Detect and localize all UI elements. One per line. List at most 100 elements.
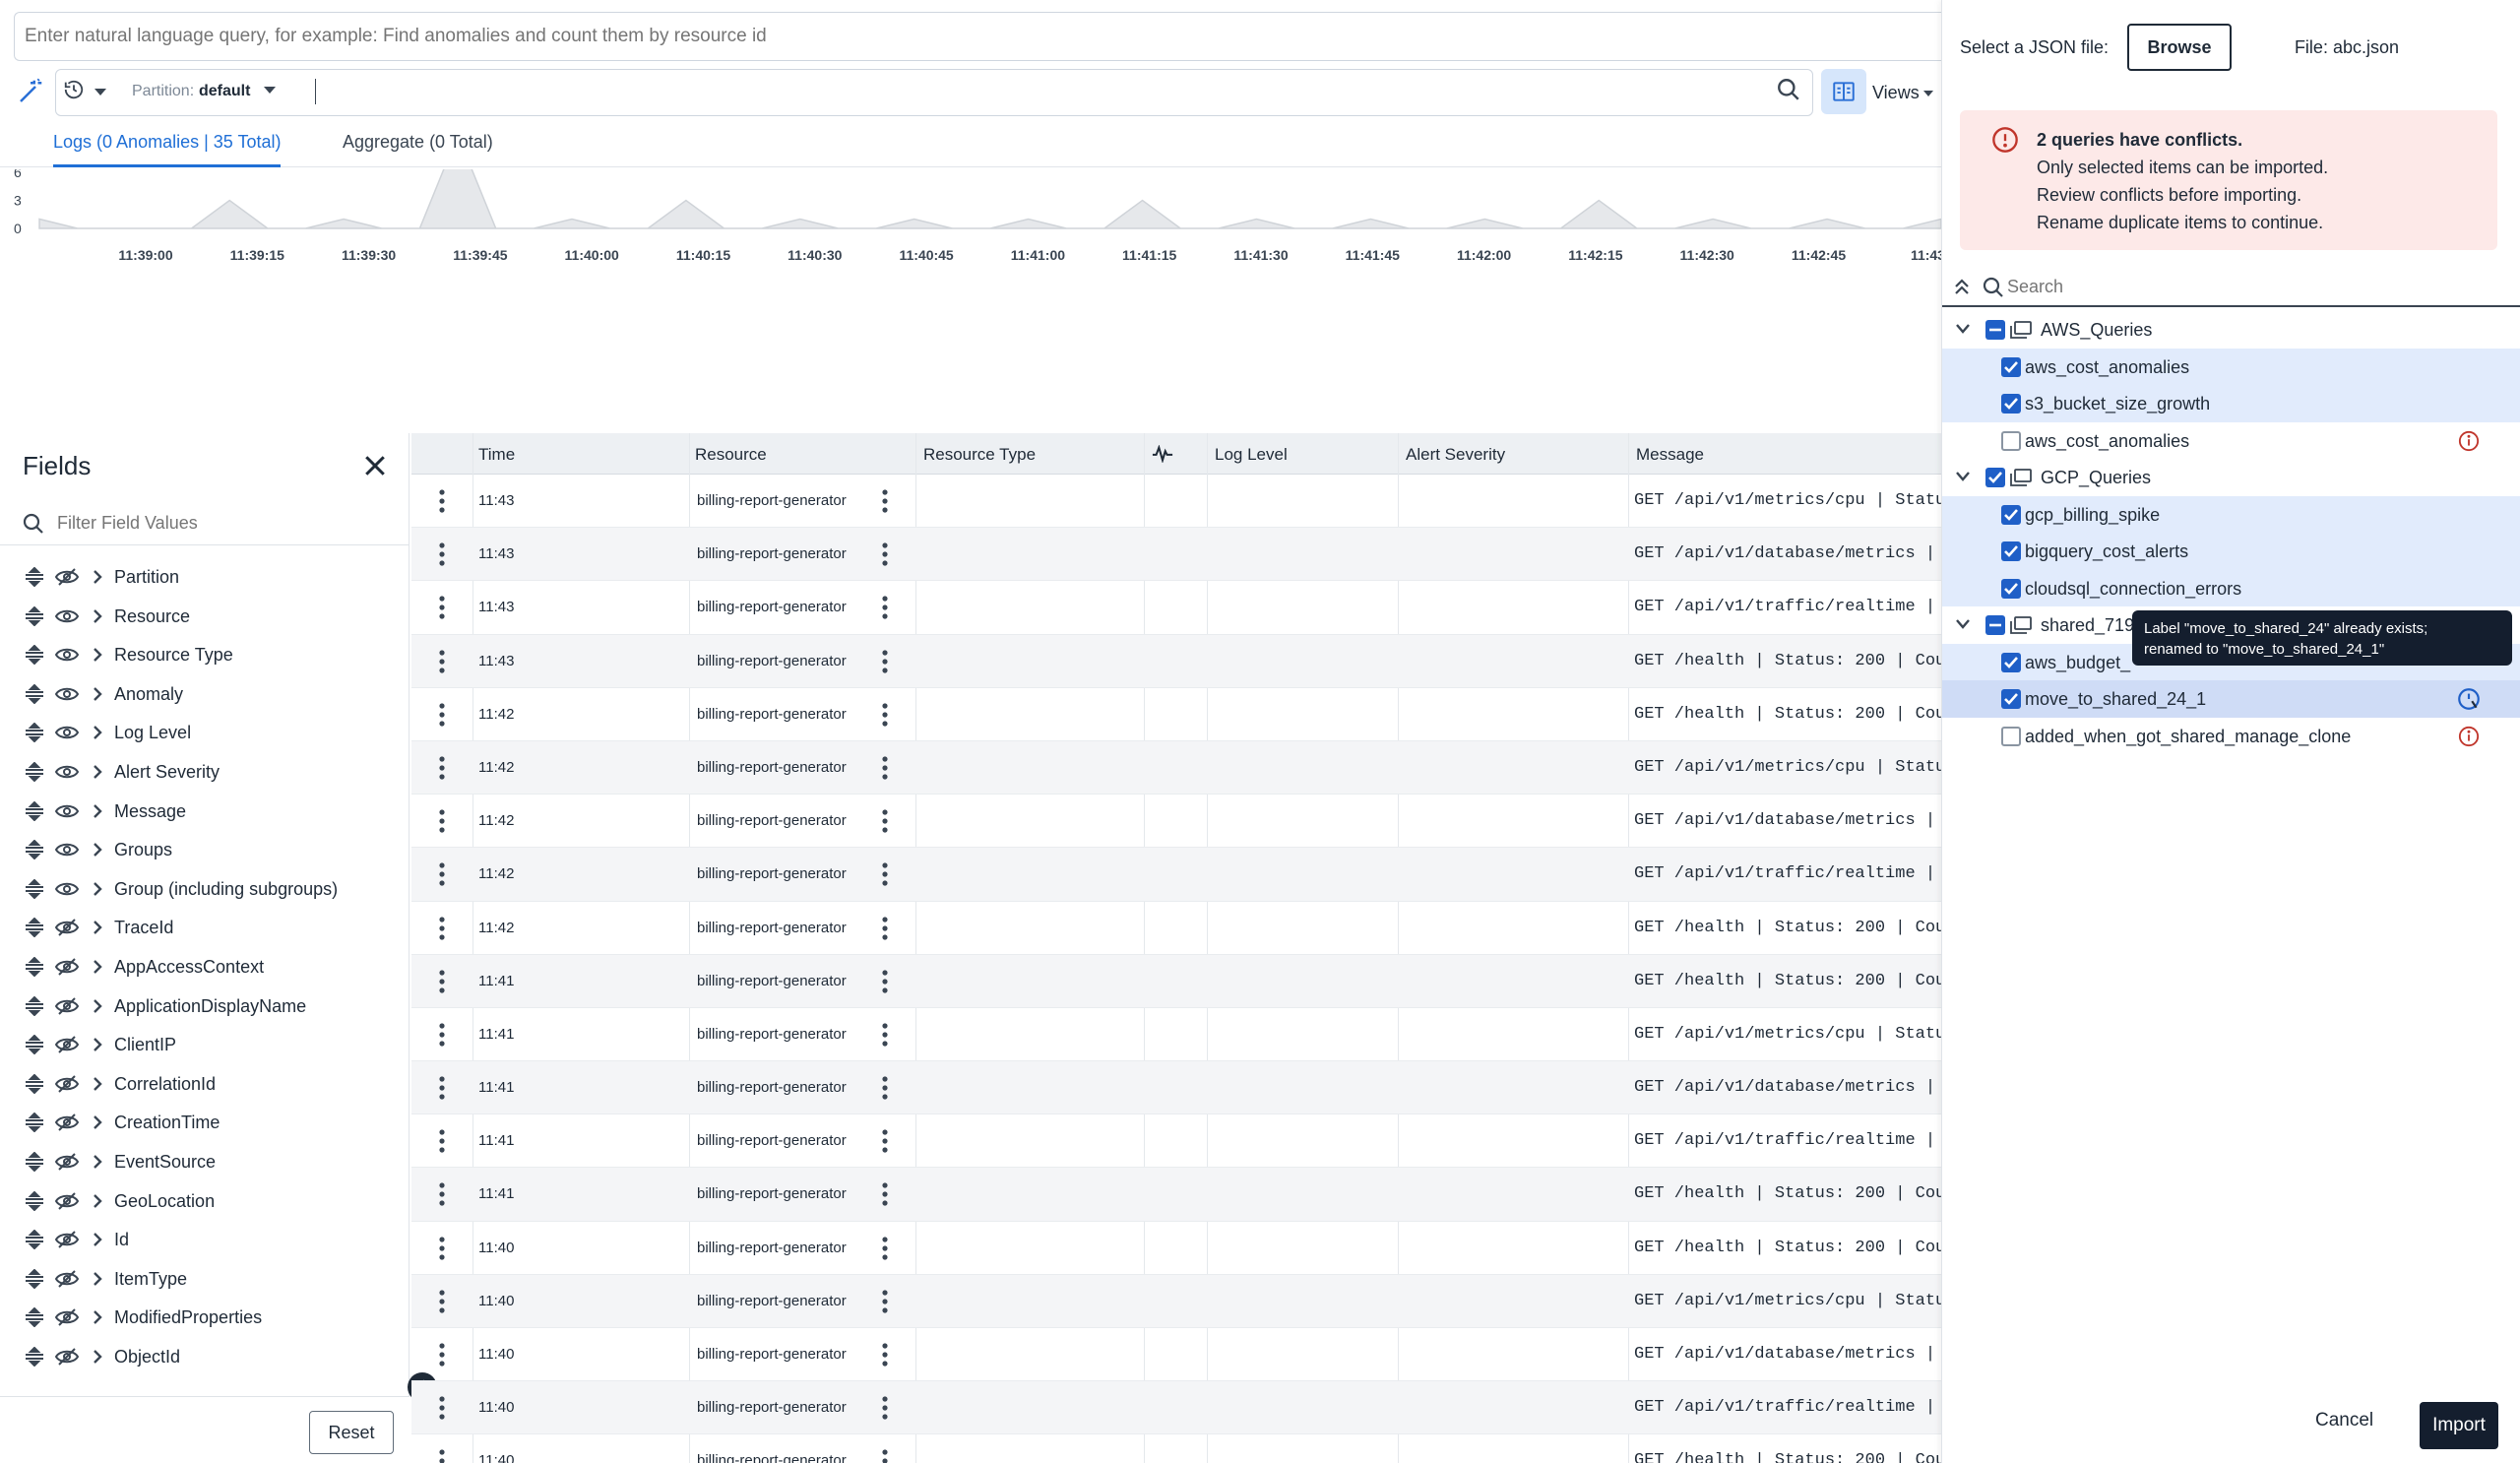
checkbox[interactable] [2001,504,2021,525]
chevron-right-icon[interactable] [91,880,104,898]
drag-handle-icon[interactable] [24,683,45,704]
eye-icon[interactable] [55,840,79,859]
checkbox[interactable] [2001,652,2021,672]
field-row[interactable]: Id [0,1220,410,1259]
field-row[interactable]: ItemType [0,1259,410,1299]
field-row[interactable]: Anomaly [0,674,410,714]
field-row[interactable]: Groups [0,830,410,869]
eye-icon[interactable] [55,801,79,821]
chevron-right-icon[interactable] [91,1192,104,1210]
table-row[interactable]: 11:42 billing-report-generator GET /health… [411,902,1941,955]
chevron-right-icon[interactable] [91,1113,104,1131]
drag-handle-icon[interactable] [24,567,45,587]
column-header-resource[interactable]: Resource [695,445,767,465]
chevron-down-icon[interactable] [264,87,276,94]
table-row[interactable]: 11:43 billing-report-generator GET /api/v1… [411,475,1941,529]
table-row[interactable]: 11:42 billing-report-generator GET /api/v1… [411,740,1941,795]
checkbox[interactable] [2001,356,2021,377]
resource-menu-icon[interactable] [882,1128,888,1154]
drag-handle-icon[interactable] [24,956,45,977]
field-row[interactable]: AppAccessContext [0,947,410,986]
drag-handle-icon[interactable] [24,840,45,860]
eye-icon[interactable] [55,684,79,704]
tree-item-row[interactable]: move_to_shared_24_1 [1942,680,2520,718]
field-row[interactable]: ClientIP [0,1025,410,1064]
history-icon[interactable] [63,79,85,100]
eye-off-icon[interactable] [55,1035,79,1054]
tree-item-row[interactable]: bigquery_cost_alerts [1942,533,2520,570]
chevron-right-icon[interactable] [91,1348,104,1366]
field-row[interactable]: TraceId [0,908,410,947]
field-row[interactable]: Resource [0,597,410,636]
resource-menu-icon[interactable] [882,595,888,620]
chevron-right-icon[interactable] [91,1036,104,1053]
table-row[interactable]: 11:40 billing-report-generator GET /api/v1… [411,1328,1941,1382]
checkbox[interactable] [2001,430,2021,451]
field-row[interactable]: Log Level [0,713,410,752]
conflict-info-icon[interactable] [2458,430,2480,452]
row-menu-icon[interactable] [439,861,445,887]
drag-handle-icon[interactable] [24,1346,45,1367]
collapse-all-icon[interactable] [1952,276,1972,299]
eye-off-icon[interactable] [55,1191,79,1211]
eye-off-icon[interactable] [55,957,79,977]
checkbox[interactable] [2001,541,2021,561]
chevron-right-icon[interactable] [91,1308,104,1326]
chevron-right-icon[interactable] [91,685,104,703]
chevron-right-icon[interactable] [91,919,104,936]
eye-icon[interactable] [55,606,79,626]
drag-handle-icon[interactable] [24,605,45,626]
row-menu-icon[interactable] [439,1448,445,1463]
table-row[interactable]: 11:40 billing-report-generator GET /api/v1… [411,1381,1941,1435]
checkbox[interactable] [2001,689,2021,709]
resource-menu-icon[interactable] [882,1181,888,1207]
log-volume-area[interactable] [38,169,1941,229]
eye-off-icon[interactable] [55,1230,79,1249]
row-menu-icon[interactable] [439,808,445,834]
tab-aggregate[interactable]: Aggregate (0 Total) [343,132,493,164]
chevron-right-icon[interactable] [91,1153,104,1171]
row-menu-icon[interactable] [439,1128,445,1154]
column-header-time[interactable]: Time [478,445,515,465]
chevron-right-icon[interactable] [91,724,104,741]
eye-icon[interactable] [55,723,79,742]
drag-handle-icon[interactable] [24,1073,45,1094]
conflict-info-icon[interactable] [2458,726,2480,747]
field-row[interactable]: Resource Type [0,635,410,674]
resource-menu-icon[interactable] [882,488,888,514]
row-menu-icon[interactable] [439,1075,445,1101]
partition-select[interactable]: default [199,83,250,100]
drag-handle-icon[interactable] [24,995,45,1016]
table-row[interactable]: 11:41 billing-report-generator GET /health… [411,954,1941,1008]
resource-menu-icon[interactable] [882,969,888,994]
chevron-right-icon[interactable] [91,763,104,781]
chevron-right-icon[interactable] [91,568,104,586]
tab-logs[interactable]: Logs (0 Anomalies | 35 Total) [53,132,282,167]
query-search-input[interactable] [2007,272,2499,301]
browse-button[interactable]: Browse [2127,24,2232,71]
field-row[interactable]: ApplicationDisplayName [0,986,410,1026]
drag-handle-icon[interactable] [24,1151,45,1172]
anomaly-icon[interactable] [1152,445,1173,463]
resource-menu-icon[interactable] [882,755,888,781]
field-row[interactable]: Group (including subgroups) [0,869,410,909]
checkbox[interactable] [2001,726,2021,746]
row-menu-icon[interactable] [439,1181,445,1207]
tree-item-row[interactable]: cloudsql_connection_errors [1942,569,2520,606]
resource-menu-icon[interactable] [882,1022,888,1048]
tree-folder-row[interactable]: GCP_Queries [1942,459,2520,496]
chevron-right-icon[interactable] [91,1075,104,1093]
import-button[interactable]: Import [2420,1402,2498,1449]
field-row[interactable]: ObjectId [0,1337,410,1376]
checkbox[interactable] [2001,578,2021,599]
tree-item-row[interactable]: aws_cost_anomalies [1942,422,2520,460]
field-row[interactable]: EventSource [0,1142,410,1181]
table-row[interactable]: 11:40 billing-report-generator GET /health… [411,1434,1941,1463]
chevron-right-icon[interactable] [91,1270,104,1288]
chevron-right-icon[interactable] [91,958,104,976]
drag-handle-icon[interactable] [24,1113,45,1133]
tree-item-row[interactable]: s3_bucket_size_growth [1942,385,2520,422]
close-icon[interactable] [360,451,390,480]
table-row[interactable]: 11:40 billing-report-generator GET /api/v1… [411,1274,1941,1328]
tree-item-row[interactable]: added_when_got_shared_manage_clone [1942,718,2520,755]
